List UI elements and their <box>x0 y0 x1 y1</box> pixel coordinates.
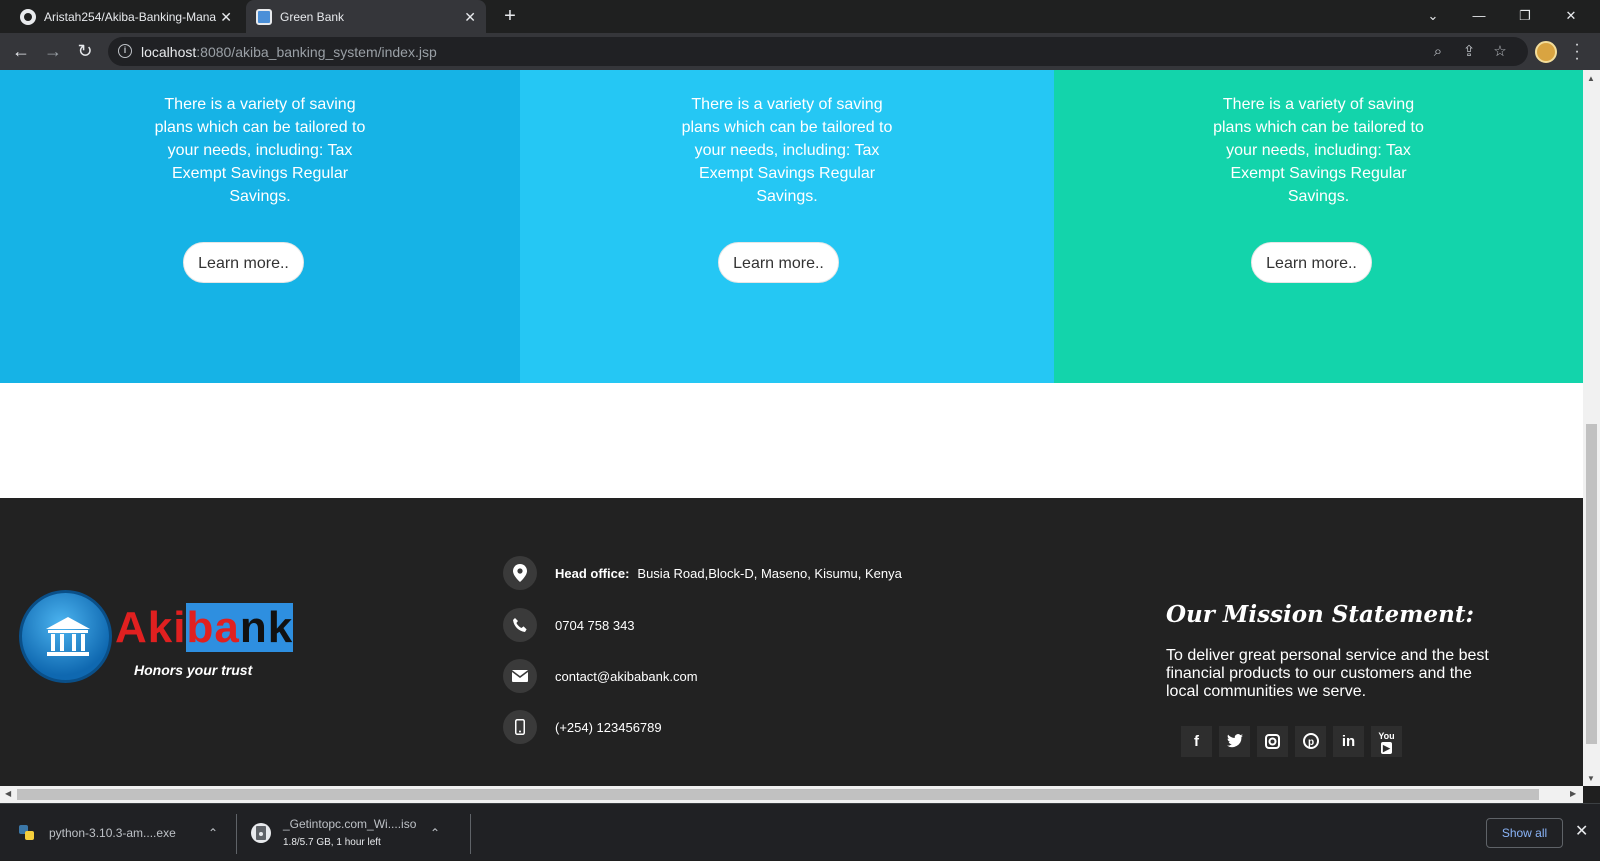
tab-green-bank[interactable]: Green Bank ✕ <box>246 0 486 33</box>
head-office-address: Busia Road,Block-D, Maseno, Kisumu, Keny… <box>637 565 902 581</box>
panel-text: There is a variety of saving plans which… <box>154 96 366 205</box>
zoom-icon[interactable]: ⌕ <box>1428 42 1448 62</box>
divider <box>236 814 237 854</box>
mobile-number: (+254) 123456789 <box>555 719 662 735</box>
info-icon[interactable]: i <box>118 44 132 58</box>
contact-phone: 0704 758 343 <box>503 608 635 642</box>
envelope-icon <box>503 659 537 693</box>
profile-avatar[interactable] <box>1535 41 1557 63</box>
github-icon <box>20 8 36 25</box>
contact-email: contact@akibabank.com <box>503 659 698 693</box>
savings-panel-1: There is a variety of saving plans which… <box>0 70 520 383</box>
download-item-iso[interactable]: _Getintopc.com_Wi....iso 1.8/5.7 GB, 1 h… <box>250 804 455 861</box>
browser-toolbar: ← → ↻ i localhost:8080/akiba_banking_sys… <box>0 33 1600 70</box>
download-item-python[interactable]: python-3.10.3-am....exe ⌃ <box>18 804 233 861</box>
panel-text: There is a variety of saving plans which… <box>1213 96 1424 205</box>
scrollbar-thumb[interactable] <box>17 789 1539 800</box>
window-close-button[interactable]: ✕ <box>1548 0 1594 33</box>
tab-github[interactable]: Aristah254/Akiba-Banking-Mana ✕ <box>10 0 242 33</box>
download-progress-text: 1.8/5.7 GB, 1 hour left <box>283 837 381 848</box>
contact-mobile: (+254) 123456789 <box>503 710 662 744</box>
url-host: localhost <box>141 44 197 60</box>
menu-kebab-icon[interactable]: · · · <box>1572 37 1582 67</box>
divider <box>470 814 471 854</box>
location-pin-icon <box>503 556 537 590</box>
restore-button[interactable]: ❐ <box>1502 0 1548 33</box>
tab-title: Green Bank <box>280 9 345 24</box>
logo-tagline: Honors your trust <box>134 662 253 678</box>
close-icon[interactable]: ✕ <box>464 9 476 26</box>
download-filename: _Getintopc.com_Wi....iso <box>283 817 417 831</box>
share-icon[interactable]: ⇪ <box>1459 42 1479 62</box>
vertical-scrollbar[interactable]: ▲ ▼ <box>1583 70 1600 786</box>
logo-wordmark: Akibank <box>115 603 294 652</box>
scroll-right-arrow-icon[interactable]: ▶ <box>1570 789 1576 798</box>
new-tab-button[interactable]: + <box>498 5 522 29</box>
tab-title: Aristah254/Akiba-Banking-Mana <box>44 9 217 24</box>
tab-strip: Aristah254/Akiba-Banking-Mana ✕ Green Ba… <box>0 0 1600 33</box>
learn-more-button[interactable]: Learn more.. <box>1251 242 1372 283</box>
minimize-button[interactable]: — <box>1456 0 1502 33</box>
instagram-icon[interactable] <box>1257 726 1288 757</box>
show-all-button[interactable]: Show all <box>1486 818 1563 848</box>
phone-icon <box>503 608 537 642</box>
logo-part-aki: Aki <box>115 603 187 652</box>
mission-title: Our Mission Statement: <box>1166 601 1474 628</box>
scrollbar-thumb[interactable] <box>1586 424 1597 744</box>
url-path: :8080/akiba_banking_system/index.jsp <box>196 44 437 60</box>
email-address[interactable]: contact@akibabank.com <box>555 669 698 684</box>
address-bar[interactable]: i localhost:8080/akiba_banking_system/in… <box>108 37 1528 66</box>
bookmark-star-icon[interactable]: ☆ <box>1490 42 1510 62</box>
head-office-label: Head office: <box>555 565 630 581</box>
bank-favicon-icon <box>256 8 272 25</box>
twitter-icon[interactable] <box>1219 726 1250 757</box>
svg-text:p: p <box>1307 737 1313 748</box>
url-text: localhost:8080/akiba_banking_system/inde… <box>141 44 437 60</box>
scroll-up-arrow-icon[interactable]: ▲ <box>1587 74 1595 83</box>
contact-head-office: Head office: Busia Road,Block-D, Maseno,… <box>503 556 902 590</box>
close-icon[interactable]: ✕ <box>220 9 232 26</box>
facebook-icon[interactable]: f <box>1181 726 1212 757</box>
python-file-icon <box>19 824 34 840</box>
page-viewport: There is a variety of saving plans which… <box>0 70 1583 786</box>
download-filename: python-3.10.3-am....exe <box>49 825 176 840</box>
savings-panel-2: There is a variety of saving plans which… <box>520 70 1054 383</box>
forward-button[interactable]: → <box>41 40 65 64</box>
logo-part-nk: nk <box>239 603 294 652</box>
reload-button[interactable]: ↻ <box>73 40 97 64</box>
learn-more-button[interactable]: Learn more.. <box>183 242 304 283</box>
panel-text: There is a variety of saving plans which… <box>681 96 893 205</box>
bank-building-icon <box>46 617 90 656</box>
linkedin-icon[interactable]: in <box>1333 726 1364 757</box>
scroll-left-arrow-icon[interactable]: ◀ <box>5 789 11 798</box>
chevron-up-icon[interactable]: ⌃ <box>208 826 218 840</box>
youtube-icon[interactable]: You ▶ <box>1371 726 1402 757</box>
disc-file-icon <box>251 822 271 843</box>
phone-number: 0704 758 343 <box>555 617 635 633</box>
site-footer: Akibank Honors your trust Head office: B… <box>0 498 1583 786</box>
logo-part-ba: ba <box>186 603 240 652</box>
horizontal-scrollbar[interactable]: ◀ ▶ <box>0 786 1583 803</box>
back-button[interactable]: ← <box>9 40 33 64</box>
logo-circle <box>19 590 112 683</box>
mobile-phone-icon <box>503 710 537 744</box>
download-bar: python-3.10.3-am....exe ⌃ _Getintopc.com… <box>0 803 1600 860</box>
chevron-up-icon[interactable]: ⌃ <box>430 826 440 840</box>
learn-more-button[interactable]: Learn more.. <box>718 242 839 283</box>
scroll-down-arrow-icon[interactable]: ▼ <box>1587 774 1595 783</box>
savings-panel-3: There is a variety of saving plans which… <box>1054 70 1583 383</box>
pinterest-icon[interactable]: p <box>1295 726 1326 757</box>
close-icon[interactable]: ✕ <box>1575 821 1588 841</box>
tab-search-chevron-icon[interactable]: ⌄ <box>1410 0 1456 33</box>
mission-text: To deliver great personal service and th… <box>1166 647 1489 700</box>
